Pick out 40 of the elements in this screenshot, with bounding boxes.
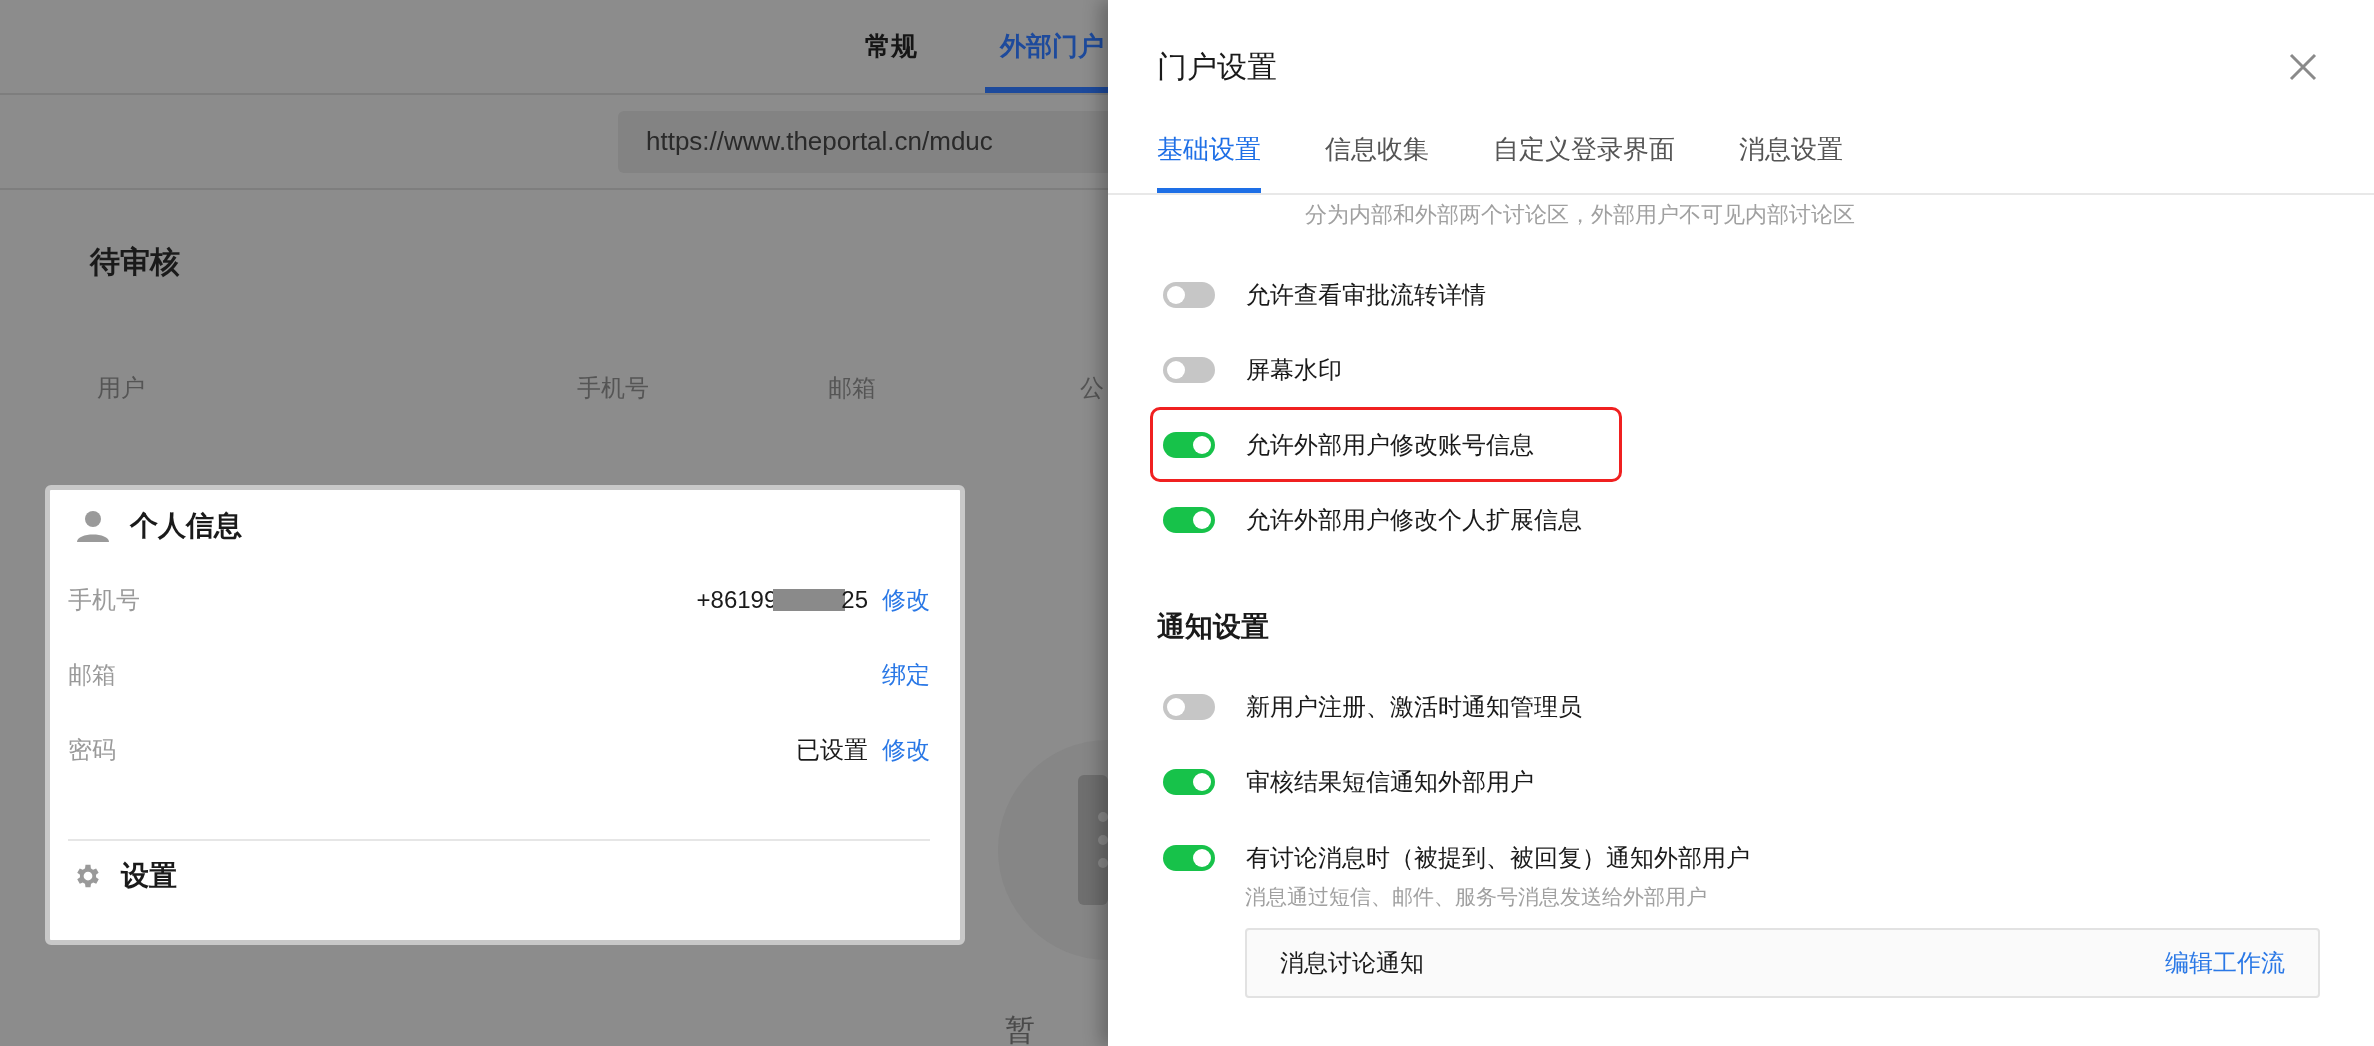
toggle-label: 允许外部用户修改账号信息 — [1246, 429, 1534, 460]
toggle-switch[interactable] — [1163, 431, 1215, 458]
toggle-label: 允许外部用户修改个人扩展信息 — [1246, 504, 1582, 535]
setting-description: 消息通过短信、邮件、服务号消息发送给外部用户 — [1245, 884, 1708, 910]
drawer-tab[interactable]: 信息收集 — [1325, 106, 1429, 193]
workflow-name: 消息讨论通知 — [1280, 948, 1424, 978]
card-title: 个人信息 — [130, 509, 242, 543]
edit-link[interactable]: 修改 — [882, 731, 930, 768]
field-label: 密码 — [68, 734, 116, 765]
url-field[interactable]: https://www.theportal.cn/mduc — [618, 110, 1108, 173]
toggle-label: 新用户注册、激活时通知管理员 — [1246, 691, 1582, 722]
toggle-label: 审核结果短信通知外部用户 — [1246, 766, 1534, 797]
close-icon[interactable] — [2288, 52, 2318, 82]
toggle-switch[interactable] — [1163, 693, 1215, 720]
section-title: 待审核 — [88, 244, 180, 280]
toggle-switch[interactable] — [1163, 768, 1215, 795]
section-heading: 通知设置 — [1157, 610, 1270, 644]
setting-note: 分为内部和外部两个讨论区，外部用户不可见内部讨论区 — [1304, 201, 1856, 229]
nav-tab[interactable]: 常规 — [850, 0, 932, 93]
field-value: 已设置 — [796, 734, 868, 765]
edit-workflow-link[interactable]: 编辑工作流 — [2165, 945, 2285, 981]
edit-link[interactable]: 修改 — [882, 581, 930, 618]
toggle-switch[interactable] — [1163, 281, 1215, 308]
field-label: 手机号 — [68, 584, 140, 615]
drawer-tab[interactable]: 自定义登录界面 — [1493, 106, 1675, 193]
empty-state-text: 暂 — [1005, 1012, 1035, 1046]
edit-link[interactable]: 绑定 — [882, 656, 930, 693]
toggle-label: 屏幕水印 — [1246, 354, 1342, 385]
toggle-label: 允许查看审批流转详情 — [1246, 279, 1486, 310]
field-value: 25 — [841, 584, 868, 615]
person-icon — [76, 510, 110, 542]
drawer-title: 门户设置 — [1157, 49, 1277, 85]
toggle-label: 有讨论消息时（被提到、被回复）通知外部用户 — [1246, 842, 1750, 873]
toggle-switch[interactable] — [1163, 844, 1215, 871]
field-label: 邮箱 — [68, 659, 116, 690]
drawer-tab[interactable]: 基础设置 — [1157, 106, 1261, 193]
settings-label: 设置 — [121, 859, 177, 893]
toggle-switch[interactable] — [1163, 506, 1215, 533]
drawer-tab[interactable]: 消息设置 — [1739, 106, 1843, 193]
toggle-switch[interactable] — [1163, 356, 1215, 383]
